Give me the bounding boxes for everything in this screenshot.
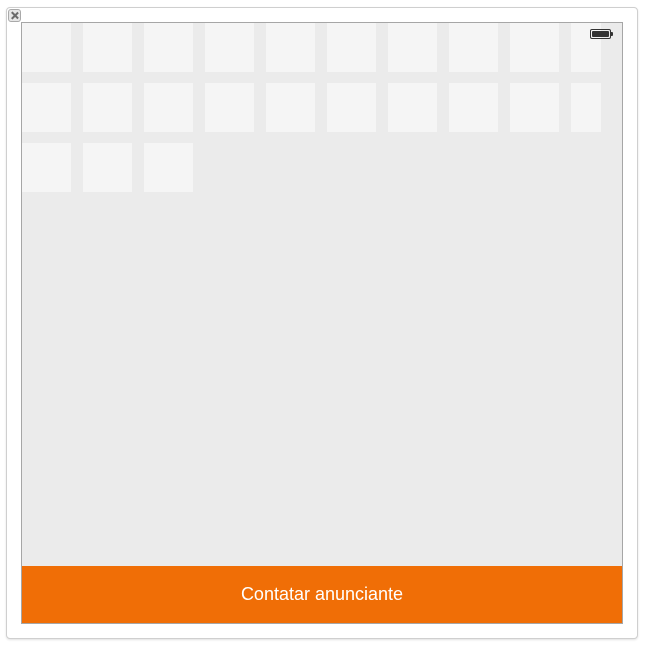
photo-grid (22, 23, 622, 195)
photo-tile[interactable] (449, 83, 498, 132)
photo-tile[interactable] (571, 83, 601, 132)
photo-tile[interactable] (144, 23, 193, 72)
photo-tile[interactable] (266, 83, 315, 132)
photo-tile[interactable] (83, 83, 132, 132)
photo-tile[interactable] (205, 23, 254, 72)
photo-tile[interactable] (449, 23, 498, 72)
app-screen: Contatar anunciante (21, 22, 623, 624)
close-icon[interactable] (8, 9, 21, 22)
photo-tile[interactable] (83, 23, 132, 72)
photo-tile[interactable] (388, 83, 437, 132)
photo-tile[interactable] (144, 83, 193, 132)
photo-tile[interactable] (22, 23, 71, 72)
photo-tile[interactable] (327, 23, 376, 72)
contact-advertiser-button[interactable]: Contatar anunciante (22, 566, 622, 623)
photo-tile[interactable] (266, 23, 315, 72)
photo-tile[interactable] (510, 23, 559, 72)
photo-tile[interactable] (22, 83, 71, 132)
photo-tile[interactable] (144, 143, 193, 192)
photo-tile[interactable] (22, 143, 71, 192)
photo-tile[interactable] (83, 143, 132, 192)
photo-tile[interactable] (205, 83, 254, 132)
photo-tile[interactable] (510, 83, 559, 132)
photo-tile[interactable] (327, 83, 376, 132)
photo-tile[interactable] (388, 23, 437, 72)
battery-icon (590, 29, 614, 39)
